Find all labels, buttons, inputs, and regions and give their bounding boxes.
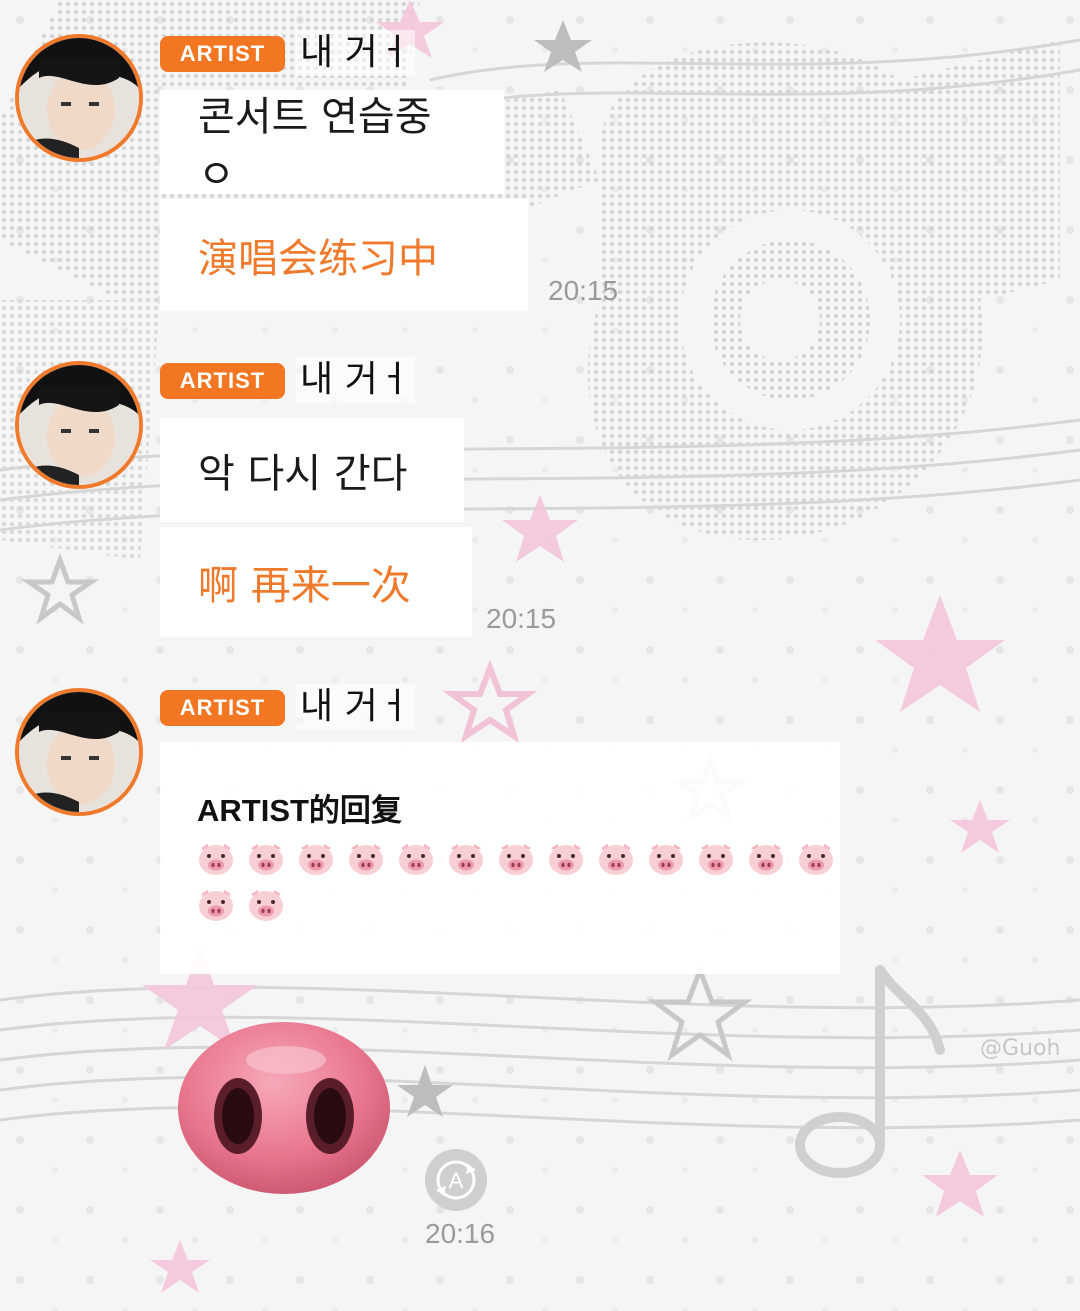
resend-circle-icon[interactable]: A: [424, 1148, 488, 1212]
avatar-photo: [19, 365, 139, 485]
pig-face-icon: [649, 844, 683, 875]
timestamp: 20:15: [548, 275, 619, 306]
timestamp: 20:15: [486, 603, 557, 634]
translation-bubble[interactable]: 演唱会练习中: [160, 199, 528, 311]
pig-face-icon: [699, 844, 733, 875]
pig-face-icon: [199, 844, 233, 875]
message-text: 악 다시 간다: [198, 451, 408, 497]
pig-face-icon: [749, 844, 783, 875]
avatar-photo: [19, 692, 139, 812]
sender-name: 내 거ㅓ: [296, 357, 415, 403]
message-bubble[interactable]: 콘서트 연습중ㅇ: [160, 90, 504, 198]
translation-bubble[interactable]: 啊 再来一次: [160, 527, 472, 637]
pig-snout-sticker[interactable]: [176, 1020, 392, 1196]
message-bubble[interactable]: 악 다시 간다: [160, 418, 464, 522]
artist-badge: ARTIST: [160, 36, 285, 72]
pig-face-icon: [249, 844, 283, 875]
pig-face-icon: [799, 844, 833, 875]
pig-face-icon: [399, 844, 433, 875]
emoji-row: [197, 888, 285, 922]
translation-text: 啊 再来一次: [198, 563, 411, 609]
chat-background: @Guoh: [0, 0, 1080, 1311]
pig-face-icon: [299, 844, 333, 875]
pig-face-icon: [249, 890, 283, 921]
svg-text:@Guoh: @Guoh: [980, 1036, 1060, 1061]
avatar-photo: [19, 38, 139, 158]
pig-face-icon: [499, 844, 533, 875]
pig-face-icon: [599, 844, 633, 875]
artist-badge: ARTIST: [160, 690, 285, 726]
reply-title: ARTIST的回复: [197, 793, 402, 828]
pig-face-icon: [449, 844, 483, 875]
emoji-row: [197, 842, 835, 876]
pig-face-icon: [199, 890, 233, 921]
sender-name: 내 거ㅓ: [296, 684, 415, 730]
avatar[interactable]: [15, 688, 143, 816]
svg-text:A: A: [449, 1168, 464, 1193]
artist-badge: ARTIST: [160, 363, 285, 399]
translation-text: 演唱会练习中: [198, 236, 438, 282]
message-text: 콘서트 연습중ㅇ: [198, 94, 432, 198]
pig-face-icon: [549, 844, 583, 875]
avatar[interactable]: [15, 361, 143, 489]
avatar[interactable]: [15, 34, 143, 162]
timestamp: 20:16: [425, 1218, 496, 1249]
pig-face-icon: [349, 844, 383, 875]
sender-name: 내 거ㅓ: [296, 30, 415, 76]
